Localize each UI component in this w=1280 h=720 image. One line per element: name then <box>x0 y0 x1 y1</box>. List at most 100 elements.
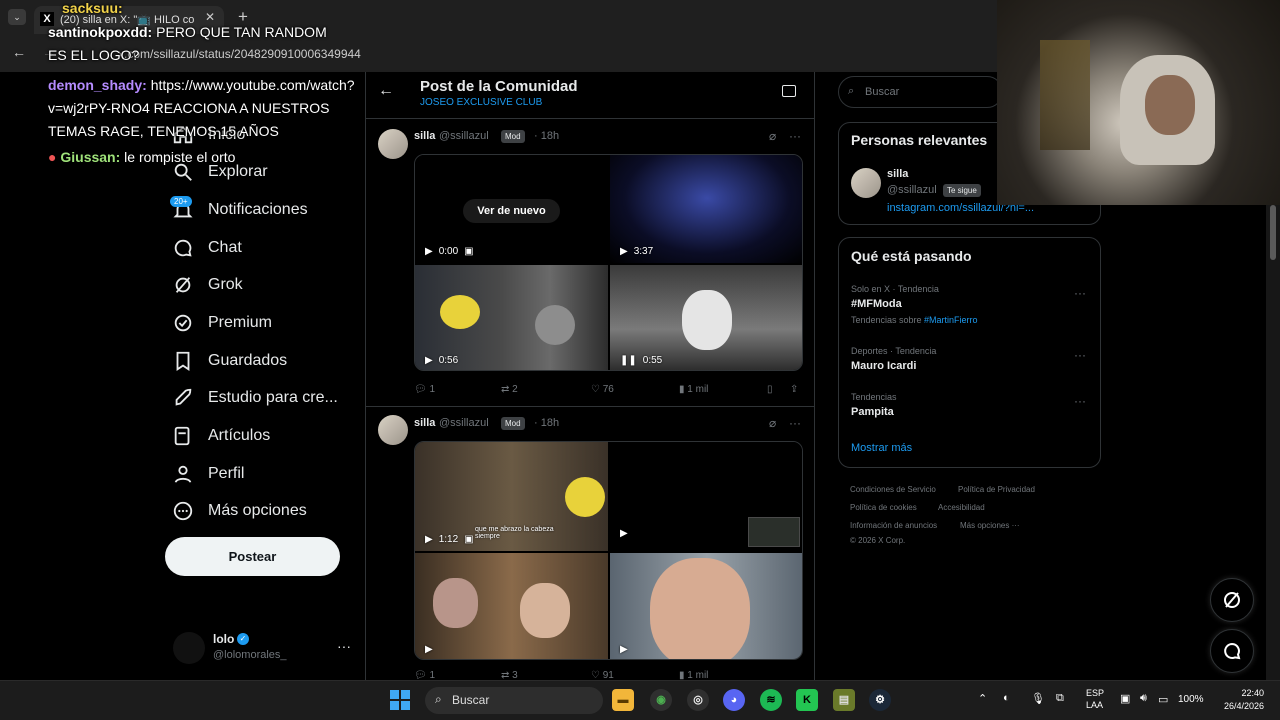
reader-mode-icon[interactable] <box>782 85 796 97</box>
person-name[interactable]: silla <box>887 168 908 180</box>
video-tile[interactable]: ▶ <box>415 553 608 659</box>
bookmark-icon[interactable]: ▯ <box>767 384 773 395</box>
post-author-handle[interactable]: @ssillazul <box>439 417 489 429</box>
trend-name[interactable]: Pampita <box>851 406 894 418</box>
browser-back-icon[interactable]: ← <box>12 44 26 60</box>
back-arrow-icon[interactable]: ← <box>378 82 394 100</box>
windows-start-icon[interactable] <box>390 690 410 710</box>
post-author-handle[interactable]: @ssillazul <box>439 130 489 142</box>
post-time[interactable]: · 18h <box>534 417 559 429</box>
like-button[interactable]: ♡ 76 <box>591 384 614 395</box>
person-handle[interactable]: @ssillazul <box>887 184 937 196</box>
footer-link[interactable]: Condiciones de Servicio <box>850 485 936 494</box>
post-avatar[interactable] <box>378 129 408 159</box>
post-author-name[interactable]: silla <box>414 130 435 142</box>
spotify-icon[interactable]: ≋ <box>760 689 782 711</box>
footer-link[interactable]: Política de cookies <box>850 503 917 512</box>
verified-icon: ✓ <box>237 633 249 645</box>
pause-icon[interactable]: ❚❚ <box>620 355 637 366</box>
nav-item-perfil[interactable]: Perfil <box>172 456 244 492</box>
trend-more-icon[interactable]: ··· <box>1074 394 1086 408</box>
microphone-icon[interactable]: 🎙︎ <box>1031 692 1045 705</box>
post-button[interactable]: Postear <box>165 537 340 576</box>
grok-icon[interactable]: ⌀ <box>769 416 776 430</box>
post-author-name[interactable]: silla <box>414 417 435 429</box>
taskbar-search[interactable]: Buscar <box>425 687 603 714</box>
trend-hashtag-link[interactable]: #MartinFierro <box>924 315 978 325</box>
page-scrollbar[interactable] <box>1266 205 1280 680</box>
post-time[interactable]: · 18h <box>534 130 559 142</box>
repost-button[interactable]: ⇄ 2 <box>501 384 518 395</box>
tray-window-icon[interactable]: ⧉ <box>1056 692 1064 705</box>
reply-button[interactable]: 💬︎ 1 <box>414 384 435 395</box>
post-more-icon[interactable]: ··· <box>789 416 801 430</box>
file-explorer-icon[interactable]: ▬ <box>612 689 634 711</box>
nav-item-notificaciones[interactable]: Notificaciones <box>172 192 308 228</box>
volume-icon[interactable]: 🔊︎ <box>1140 692 1147 705</box>
footer-link[interactable]: Información de anuncios <box>850 521 937 530</box>
captions-icon[interactable]: ▣ <box>464 246 473 257</box>
chat-username: sacksuu: <box>62 0 123 16</box>
app-icon[interactable]: ▤ <box>833 689 855 711</box>
video-tile[interactable]: ▶ <box>610 442 802 551</box>
nav-item-estudio-para-cre[interactable]: Estudio para cre... <box>172 380 338 416</box>
account-avatar[interactable] <box>173 632 205 664</box>
network-icon[interactable]: ▣ <box>1120 692 1130 705</box>
nav-item-grok[interactable]: Grok <box>172 267 243 303</box>
language-indicator[interactable]: ESP LAA <box>1086 688 1104 710</box>
search-input[interactable]: Buscar <box>838 76 1003 108</box>
close-tab-icon[interactable]: ✕ <box>205 10 215 24</box>
scrollbar-thumb[interactable] <box>1270 205 1276 260</box>
play-icon[interactable]: ▶ <box>425 534 433 545</box>
post-avatar[interactable] <box>378 415 408 445</box>
nav-item-artículos[interactable]: Artículos <box>172 418 270 454</box>
account-more-icon[interactable]: ··· <box>337 638 351 654</box>
play-icon[interactable]: ▶ <box>620 246 628 257</box>
url-field[interactable]: x.com/ssillazul/status/20482909100063499… <box>118 47 361 61</box>
play-icon[interactable]: ▶ <box>425 246 433 257</box>
tray-expand-icon[interactable]: ⌃ <box>978 692 987 705</box>
grok-fab-icon[interactable] <box>1210 578 1254 622</box>
kick-icon[interactable]: K <box>796 689 818 711</box>
video-tile[interactable]: Ver de nuevo ▶ 0:00 ▣ <box>415 155 608 263</box>
trend-context: Solo en X · Tendencia <box>851 284 939 294</box>
play-icon[interactable]: ▶ <box>425 644 433 655</box>
video-tile[interactable]: ▶ 0:56 <box>415 265 608 370</box>
footer-link[interactable]: Más opciones ··· <box>960 521 1020 530</box>
nav-item-chat[interactable]: Chat <box>172 230 242 266</box>
steam-icon[interactable]: ⚙ <box>869 689 891 711</box>
community-name-link[interactable]: JOSEO EXCLUSIVE CLUB <box>420 97 542 108</box>
show-more-link[interactable]: Mostrar más <box>851 442 912 454</box>
tray-app-icon[interactable]: ◐ <box>1003 692 1010 704</box>
discord-icon[interactable]: ◕ <box>723 689 745 711</box>
nav-item-premium[interactable]: Premium <box>172 305 272 341</box>
footer-link[interactable]: Accesibilidad <box>938 503 985 512</box>
video-tile[interactable]: que me abrazo la cabeza siempre ▶ 1:12 ▣ <box>415 442 608 551</box>
trend-more-icon[interactable]: ··· <box>1074 286 1086 300</box>
captions-icon[interactable]: ▣ <box>464 534 473 545</box>
video-tile[interactable]: ❚❚ 0:55 <box>610 265 802 370</box>
play-icon[interactable]: ▶ <box>620 644 628 655</box>
tab-list-button[interactable]: ⌄ <box>8 9 26 25</box>
post-more-icon[interactable]: ··· <box>789 129 801 143</box>
play-icon[interactable]: ▶ <box>620 528 628 539</box>
trend-name[interactable]: #MFModa <box>851 298 902 310</box>
person-avatar[interactable] <box>851 168 881 198</box>
video-tile[interactable]: ▶ 3:37 <box>610 155 802 263</box>
nav-item-guardados[interactable]: Guardados <box>172 343 287 379</box>
video-tile[interactable]: ▶ <box>610 553 802 659</box>
battery-icon[interactable]: ▭ <box>1158 693 1168 706</box>
chat-fab-icon[interactable] <box>1210 629 1254 673</box>
grok-icon[interactable]: ⌀ <box>769 129 776 143</box>
nav-item-más-opciones[interactable]: Más opciones <box>172 493 307 529</box>
play-icon[interactable]: ▶ <box>425 355 433 366</box>
footer-link[interactable]: Política de Privacidad <box>958 485 1035 494</box>
chrome-icon[interactable]: ◉ <box>650 689 672 711</box>
views-button[interactable]: ▮ 1 mil <box>679 384 708 395</box>
clock[interactable]: 22:40 26/4/2026 <box>1218 688 1264 711</box>
trend-more-icon[interactable]: ··· <box>1074 348 1086 362</box>
obs-icon[interactable]: ◎ <box>687 689 709 711</box>
trend-name[interactable]: Mauro Icardi <box>851 360 916 372</box>
replay-button[interactable]: Ver de nuevo <box>463 199 560 223</box>
share-icon[interactable]: ⇪ <box>790 384 798 395</box>
